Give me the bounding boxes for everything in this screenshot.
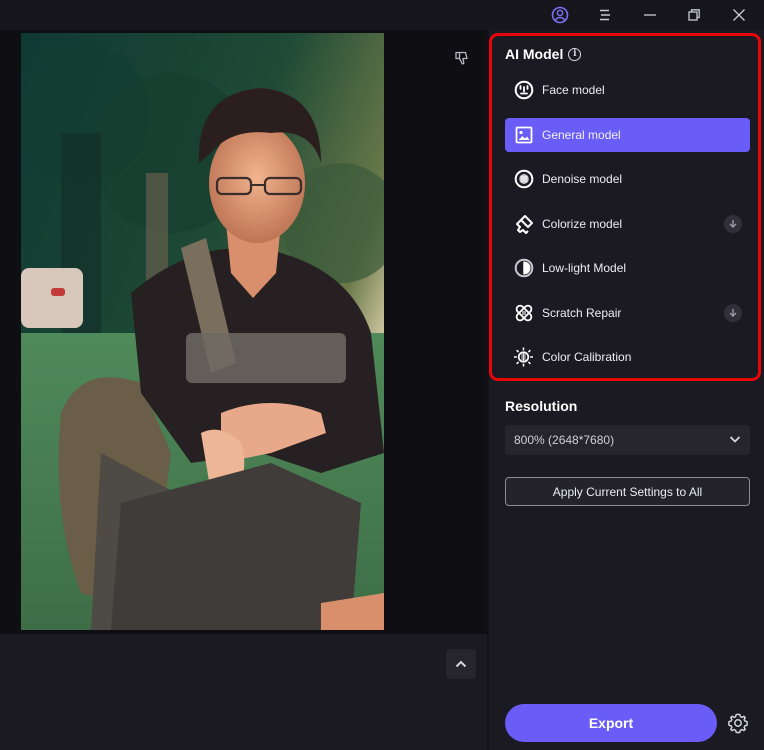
model-item-general[interactable]: General model (505, 117, 750, 152)
menu-icon (600, 9, 610, 21)
chevron-down-icon (729, 436, 741, 443)
minimize-button[interactable] (638, 4, 662, 26)
download-icon (729, 308, 737, 317)
resolution-heading: Resolution (505, 398, 577, 414)
chevron-up-icon (455, 660, 467, 668)
account-icon (551, 6, 569, 24)
resolution-select[interactable]: 800% (2648*7680) (505, 425, 750, 455)
ai-model-list: Face model General model Denoise model C… (505, 73, 750, 385)
ai-model-heading: AI Model i (505, 46, 582, 62)
model-label: General model (542, 127, 621, 142)
ai-model-title: AI Model (505, 46, 564, 62)
close-icon (733, 9, 745, 21)
denoise-icon (513, 169, 534, 190)
model-label: Low-light Model (542, 261, 627, 275)
apply-to-all-button[interactable]: Apply Current Settings to All (505, 477, 750, 506)
menu-button[interactable] (593, 4, 617, 26)
model-label: Denoise model (542, 172, 623, 186)
preview-canvas (0, 30, 487, 634)
settings-panel: AI Model i Face model General model Deno… (489, 30, 764, 750)
sun-icon (513, 347, 534, 368)
minimize-icon (644, 14, 656, 16)
model-item-face[interactable]: Face model (505, 73, 750, 107)
model-label: Scratch Repair (542, 305, 622, 320)
account-button[interactable] (548, 4, 572, 26)
half-circle-icon (513, 258, 534, 279)
close-button[interactable] (727, 4, 751, 26)
bandage-icon (513, 302, 534, 323)
model-item-denoise[interactable]: Denoise model (505, 162, 750, 196)
model-item-low-light[interactable]: Low-light Model (505, 251, 750, 285)
info-icon[interactable]: i (568, 47, 582, 61)
restore-button[interactable] (682, 4, 706, 26)
export-button[interactable]: Export (505, 704, 717, 742)
download-scratch-repair-button[interactable] (724, 303, 742, 322)
settings-button[interactable] (727, 712, 749, 734)
thumbnail-strip (0, 634, 487, 750)
model-item-color-calibration[interactable]: Color Calibration (505, 340, 750, 374)
preview-photo (21, 33, 384, 630)
resolution-title: Resolution (505, 398, 578, 414)
paint-bucket-icon (513, 213, 534, 234)
expand-thumbnails-button[interactable] (446, 649, 476, 679)
download-icon (729, 219, 737, 228)
model-item-colorize[interactable]: Colorize model (505, 207, 750, 241)
thumbs-down-icon (455, 51, 468, 65)
model-item-scratch-repair[interactable]: Scratch Repair (505, 296, 750, 330)
model-label: Face model (542, 83, 605, 97)
photo-image (21, 33, 384, 630)
dislike-button[interactable] (452, 48, 472, 68)
image-icon (513, 124, 534, 145)
model-label: Colorize model (542, 216, 623, 231)
model-label: Color Calibration (542, 350, 632, 364)
restore-icon (688, 9, 700, 21)
download-colorize-button[interactable] (724, 214, 742, 233)
face-icon (513, 80, 534, 101)
gear-icon (728, 713, 748, 734)
resolution-selected-value: 800% (2648*7680) (514, 433, 615, 447)
title-bar (0, 0, 764, 30)
